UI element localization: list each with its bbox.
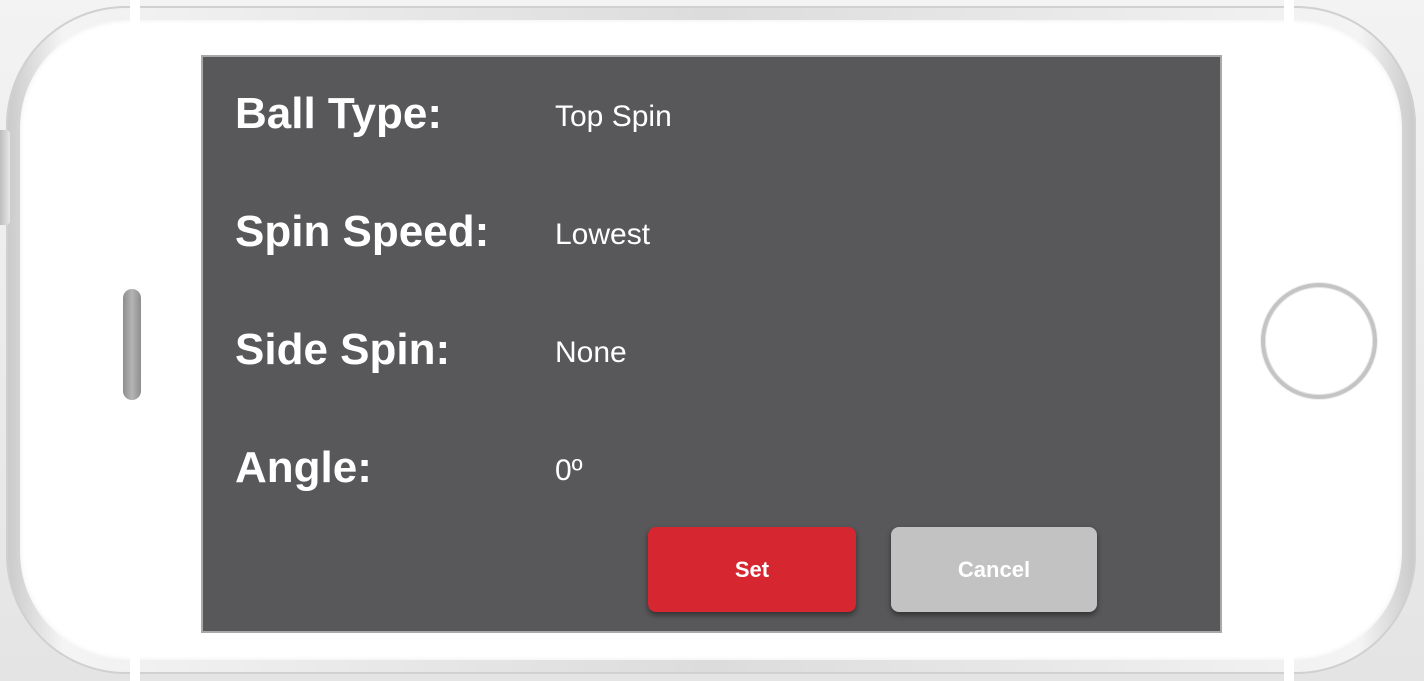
home-button[interactable]	[1261, 283, 1377, 399]
angle-value[interactable]: 0º	[555, 456, 583, 486]
spin-speed-value[interactable]: Lowest	[555, 220, 650, 250]
cancel-button[interactable]: Cancel	[891, 527, 1097, 612]
set-button[interactable]: Set	[648, 527, 856, 612]
side-spin-label: Side Spin:	[235, 325, 451, 374]
spin-speed-label: Spin Speed:	[235, 207, 490, 256]
settings-screen: Ball Type: Top Spin Spin Speed: Lowest S…	[201, 55, 1222, 633]
phone-mockup: Ball Type: Top Spin Spin Speed: Lowest S…	[0, 0, 1424, 681]
side-spin-value[interactable]: None	[555, 338, 627, 368]
volume-button	[0, 130, 10, 225]
speaker-slot	[123, 289, 141, 400]
angle-label: Angle:	[235, 443, 372, 492]
ball-type-label: Ball Type:	[235, 89, 443, 138]
ball-type-value[interactable]: Top Spin	[555, 102, 672, 132]
